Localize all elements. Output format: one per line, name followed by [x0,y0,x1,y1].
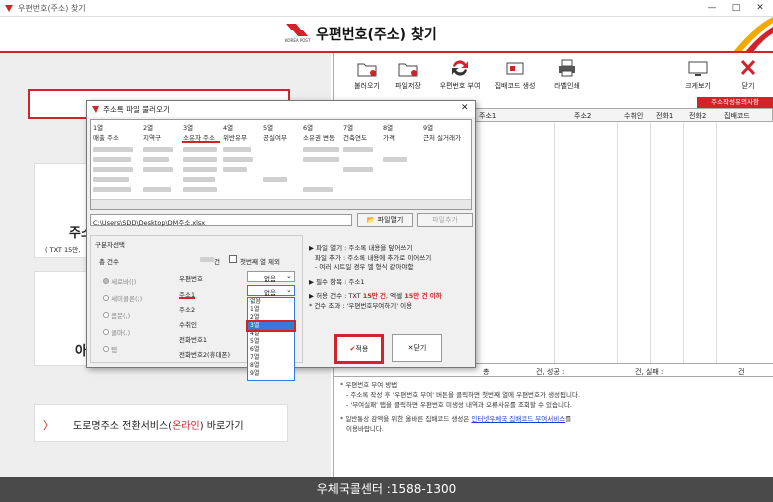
usage-notes: * 우편번호 부여 방법 - 주소록 작성 후 '우편번호 부여' 버튼을 클릭… [340,381,581,433]
folder-open-icon [357,63,377,77]
dropdown-option[interactable]: 5열 [248,338,294,346]
dialog-titlebar: 주소록 파일 불러오기 ✕ [87,101,475,117]
file-path-input[interactable]: C:\Users\SDD\Desktop\DM주소.xlsx [90,214,352,227]
app-icon [5,5,13,12]
col-header-recipient: 수취인 [624,112,644,120]
road-address-link[interactable]: 〉 도로명주소 전환서비스(온라인) 바로가기 [34,404,288,442]
dropdown-option[interactable]: 8열 [248,362,294,370]
col-header-phone1: 전화1 [656,112,674,120]
window-titlebar: 우편번호(주소) 찾기 — □ ✕ [0,0,773,17]
load-address-dialog: 주소록 파일 불러오기 ✕ 1열 2열 3열 4열 5열 6열 7열 8열 9열… [86,100,476,381]
callcenter-footer: 우체국콜센터 :1588-1300 [0,477,773,502]
horizontal-scrollbar[interactable] [91,199,471,209]
close-button[interactable]: 닫기 [718,58,773,91]
dropdown-option[interactable]: 9열 [248,370,294,378]
field-phone2-label: 전화번호2(휴대폰) [179,351,231,359]
field-addr2-label: 주소2 [179,306,196,314]
close-window-icon[interactable]: ✕ [748,0,772,17]
maximize-icon[interactable]: □ [724,0,748,17]
append-file-button[interactable]: 파일추가 [417,213,473,227]
refresh-arrows-icon [452,60,468,76]
create-delivery-code-button[interactable]: 집배코드 생성 [485,58,545,91]
field-recipient-label: 수취인 [179,321,197,329]
address-caution-tag[interactable]: 주소작성유의사항 [697,97,773,108]
window-title: 우편번호(주소) 찾기 [18,4,86,13]
col-header-phone2: 전화2 [689,112,707,120]
dialog-app-icon [92,106,99,113]
dropdown-option[interactable]: 2열 [248,314,294,322]
page-title: 우편번호(주소) 찾기 [316,27,437,43]
address-card-sub: ( TXT 15만, [45,246,81,254]
dropdown-option[interactable]: 7열 [248,354,294,362]
exclude-first-row-label: 첫번째 열 제외 [240,258,281,266]
separator-label: 구분자선택 [95,239,125,249]
radio-semicolon[interactable]: 세미콜론(;) [103,293,142,303]
monitor-icon [688,61,708,76]
assign-zipcode-button[interactable]: 우편번호 부여 [430,58,490,91]
save-file-button[interactable]: 파일저장 [378,58,438,91]
info-text: ▶ 파일 열기 : 주소록 내용을 덮어쓰기 파일 추가 : 주소록 내용에 추… [309,244,442,310]
chevron-down-icon: ⌄ [286,272,292,280]
total-count-value [200,257,214,262]
total-count-label: 총 건수 [99,258,120,266]
column-dropdown-list[interactable]: 없음 1열 2열 3열 4열 5열 6열 7열 8열 9열 [246,297,296,381]
printer-icon [559,59,575,77]
print-label-button[interactable]: 라벨인쇄 [537,58,597,91]
col-header-delivery-code: 집배코드 [724,112,750,120]
dropdown-option[interactable]: 1열 [248,306,294,314]
highlight-underline [182,141,220,143]
radio-comma[interactable]: 콤문(,) [103,310,130,320]
barcode-card-icon [506,62,524,75]
header-decoration [733,17,773,52]
open-file-button[interactable]: 📂 파일열기 [357,213,413,227]
folder-small-icon: 📂 [366,216,376,224]
korea-post-logo-icon: KOREA POST [285,24,311,43]
apply-button[interactable]: ✔적용 [334,334,384,364]
close-x-icon [740,59,756,76]
dropdown-option-selected[interactable]: 3열 [246,320,296,332]
zipcode-select[interactable]: 없음 ⌄ [247,271,295,283]
field-zipcode-label: 우편번호 [179,275,203,283]
dialog-close-icon[interactable]: ✕ [461,103,469,113]
radio-period[interactable]: 콜마(.) [103,327,130,337]
folder-save-icon [398,63,418,77]
col-header-addr1: 주소1 [479,112,497,120]
dialog-close-button[interactable]: ✕닫기 [392,334,442,362]
col-header-addr2: 주소2 [574,112,592,120]
delivery-code-service-link[interactable]: 인터넷우체국 집배코드 부여서비스 [471,415,565,423]
chevron-down-icon: ⌄ [286,286,292,294]
dropdown-option[interactable]: 6열 [248,346,294,354]
field-phone1-label: 전화번호1 [179,336,208,344]
addr1-underline [179,297,195,299]
dialog-title: 주소록 파일 불러오기 [103,105,170,114]
dropdown-option[interactable]: 없음 [248,298,294,306]
radio-vertical-bar[interactable]: 세로바(|) [103,276,136,286]
addr1-select[interactable]: 없음 ⌄ [247,285,295,297]
file-preview-table[interactable]: 1열 2열 3열 4열 5열 6열 7열 8열 9열 매출 주소 지역구 소유자… [90,119,472,210]
exclude-first-row-checkbox[interactable] [229,255,237,263]
minimize-icon[interactable]: — [700,0,724,17]
dropdown-option[interactable]: 4열 [248,330,294,338]
logo-text: KOREA POST [285,38,311,43]
chevron-right-icon: 〉 [43,419,54,432]
radio-tab[interactable]: 탭 [103,344,117,354]
road-address-text: 도로명주소 전환서비스(온라인) 바로가기 [73,421,244,432]
